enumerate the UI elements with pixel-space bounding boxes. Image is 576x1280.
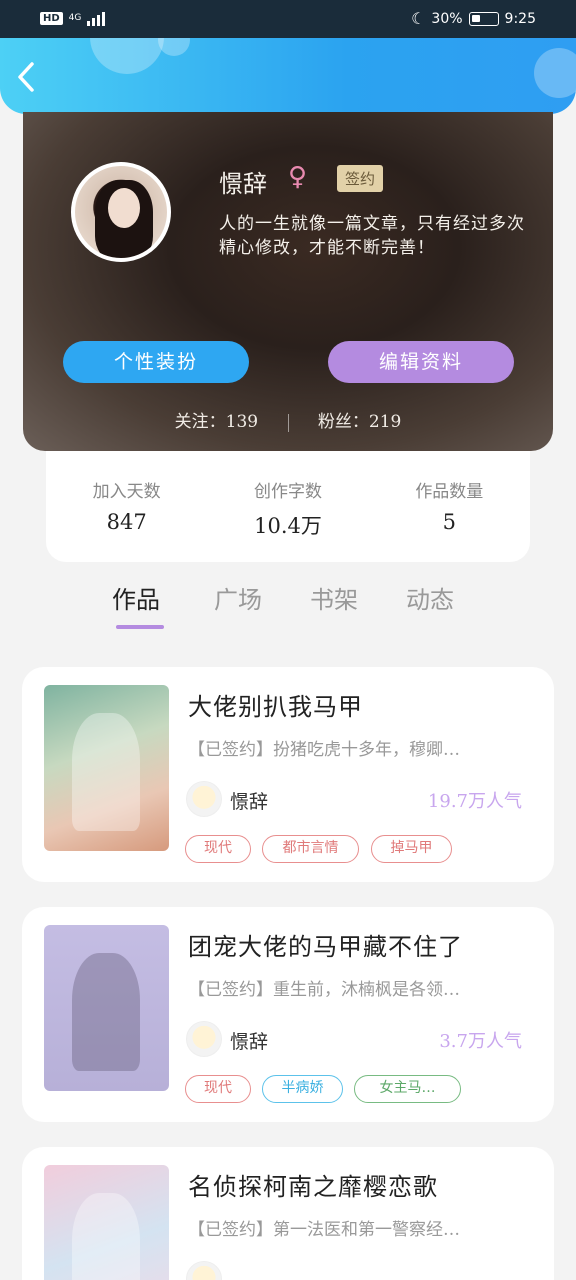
work-title: 大佬别扒我马甲: [188, 693, 363, 721]
stats-card: 加入天数 847 创作字数 10.4万 作品数量 5: [46, 451, 530, 562]
profile-card: 憬辞 ♀ 签约 人的一生就像一篇文章，只有经过多次精心修改，才能不断完善！ 个性…: [23, 112, 553, 451]
tag[interactable]: 现代: [185, 835, 251, 863]
stat-join-days: 加入天数 847: [92, 482, 161, 534]
work-title: 团宠大佬的马甲藏不住了: [188, 933, 463, 961]
book-cover[interactable]: [44, 1165, 169, 1280]
fans-link[interactable]: 粉丝：219: [318, 412, 401, 432]
popularity: 3.7万人气: [439, 1031, 522, 1052]
tag[interactable]: 掉马甲: [371, 835, 452, 863]
author-name: 憬辞: [230, 1031, 269, 1053]
work-card[interactable]: 名侦探柯南之靡樱恋歌 【已签约】第一法医和第一警察经…: [22, 1147, 554, 1280]
author-avatar: [186, 1261, 222, 1280]
book-cover[interactable]: [44, 925, 169, 1091]
work-description: 【已签约】重生前，沐楠枫是各领…: [188, 980, 460, 1000]
work-card[interactable]: 大佬别扒我马甲 【已签约】扮猪吃虎十多年，穆卿… 憬辞 19.7万人气 现代 都…: [22, 667, 554, 882]
book-cover[interactable]: [44, 685, 169, 851]
signal-icon: [87, 10, 106, 26]
edit-profile-button[interactable]: 编辑资料: [328, 341, 514, 383]
author-name: 憬辞: [230, 791, 269, 813]
tag[interactable]: 现代: [185, 1075, 251, 1103]
tab-square[interactable]: 广场: [214, 580, 262, 615]
username: 憬辞: [219, 170, 267, 198]
battery-icon: [468, 11, 499, 26]
author-avatar: [186, 781, 222, 817]
customize-button[interactable]: 个性装扮: [63, 341, 249, 383]
author-avatar: [186, 1021, 222, 1057]
do-not-disturb-icon: ☾: [411, 9, 426, 28]
tab-bookshelf[interactable]: 书架: [310, 580, 358, 615]
top-header: [0, 38, 576, 114]
tag[interactable]: 都市言情: [262, 835, 359, 863]
stat-work-count: 作品数量 5: [415, 482, 484, 534]
work-title: 名侦探柯南之靡樱恋歌: [188, 1173, 438, 1201]
follow-row: 关注：139 粉丝：219: [23, 407, 553, 432]
tab-indicator: [116, 625, 164, 629]
hd-badge: HD: [40, 11, 63, 25]
following-count: 139: [225, 412, 259, 432]
tag[interactable]: 半病娇: [262, 1075, 343, 1103]
stat-word-count: 创作字数 10.4万: [253, 482, 322, 538]
work-description: 【已签约】第一法医和第一警察经…: [188, 1220, 460, 1240]
divider: [287, 413, 289, 432]
battery-percent: 30%: [431, 10, 463, 27]
work-description: 【已签约】扮猪吃虎十多年，穆卿…: [188, 740, 460, 760]
work-card[interactable]: 团宠大佬的马甲藏不住了 【已签约】重生前，沐楠枫是各领… 憬辞 3.7万人气 现…: [22, 907, 554, 1122]
network-type: 4G: [68, 12, 82, 23]
clock: 9:25: [504, 10, 536, 27]
fans-count: 219: [368, 412, 402, 432]
chevron-left-icon: [18, 62, 34, 92]
female-icon: ♀: [288, 162, 308, 192]
popularity: 19.7万人气: [427, 791, 522, 812]
status-bar: HD 4G ☾ 30% 9:25: [0, 0, 576, 38]
tab-works[interactable]: 作品: [112, 580, 160, 615]
following-link[interactable]: 关注：139: [175, 412, 258, 432]
signed-badge: 签约: [337, 165, 384, 192]
bio: 人的一生就像一篇文章，只有经过多次精心修改，才能不断完善！: [219, 214, 525, 258]
tab-activity[interactable]: 动态: [406, 580, 454, 615]
avatar[interactable]: [71, 162, 171, 262]
tab-bar: 作品 广场 书架 动态: [0, 572, 576, 640]
back-button[interactable]: [16, 60, 50, 94]
tag[interactable]: 女主马…: [354, 1075, 461, 1103]
